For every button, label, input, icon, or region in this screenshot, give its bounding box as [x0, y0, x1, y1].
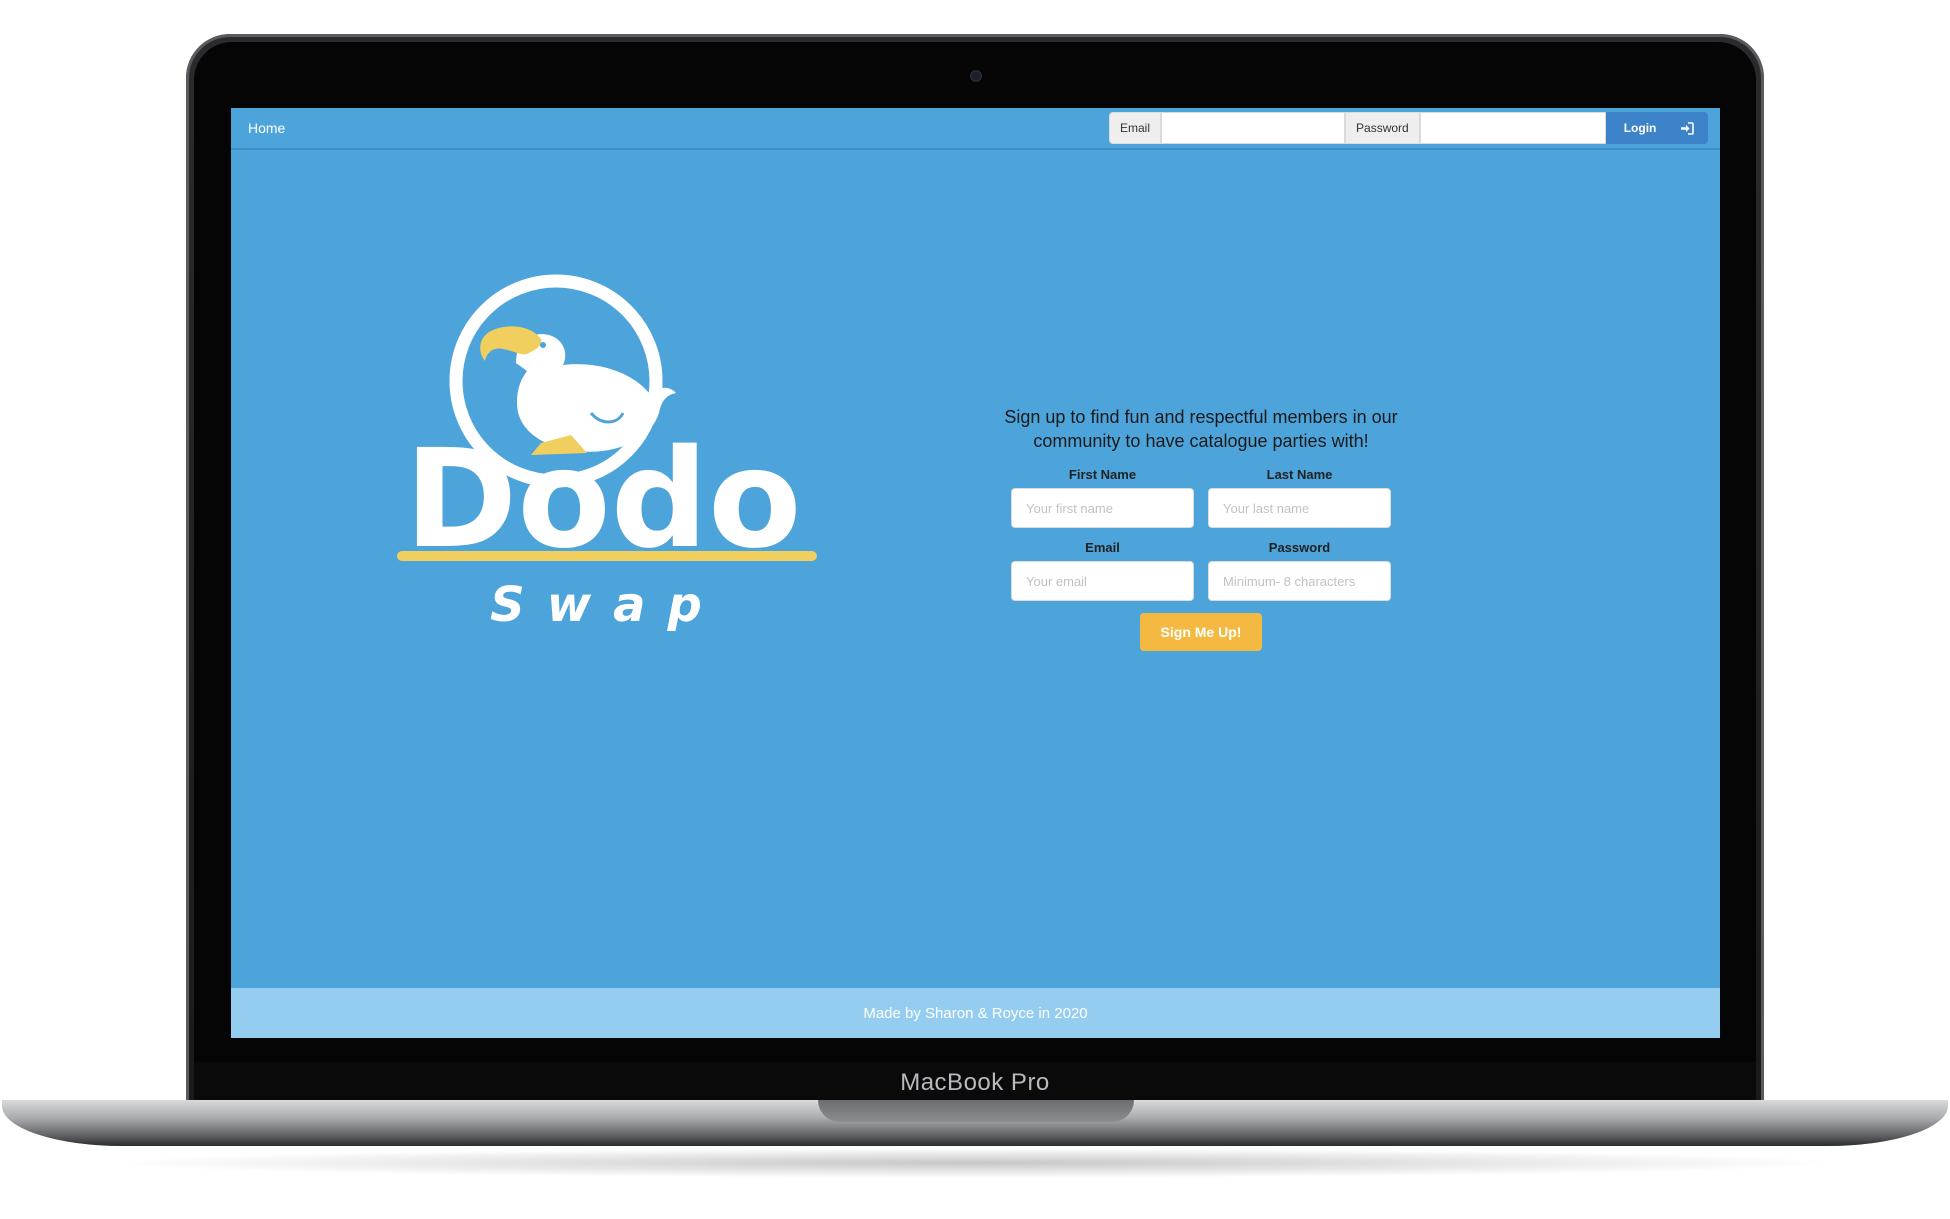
logo-underline — [397, 551, 817, 561]
name-row: First Name Last Name — [971, 467, 1431, 528]
camera-icon — [970, 70, 982, 82]
footer-text: Made by Sharon & Royce in 2020 — [863, 1004, 1088, 1022]
password-field: Password — [1208, 540, 1391, 601]
email-field: Email — [1011, 540, 1194, 601]
base-notch — [818, 1100, 1134, 1122]
logo-subtitle: Swap — [490, 577, 724, 633]
tagline-line-2: community to have catalogue parties with… — [1033, 431, 1369, 451]
login-form: Email Password Login — [1109, 112, 1709, 144]
nav-home-link[interactable]: Home — [248, 120, 285, 136]
email-input[interactable] — [1011, 561, 1194, 601]
credentials-row: Email Password — [971, 540, 1431, 601]
tagline-line-1: Sign up to find fun and respectful membe… — [1004, 407, 1398, 427]
sign-me-up-button[interactable]: Sign Me Up! — [1140, 613, 1262, 651]
last-name-input[interactable] — [1208, 488, 1391, 528]
first-name-input[interactable] — [1011, 488, 1194, 528]
last-name-label: Last Name — [1266, 467, 1333, 482]
password-input[interactable] — [1208, 561, 1391, 601]
email-addon: Email — [1109, 112, 1162, 144]
nav-password-input[interactable] — [1419, 112, 1606, 144]
login-button[interactable]: Login — [1605, 112, 1709, 144]
navbar: Home Email Password Login — [231, 108, 1720, 150]
footer: Made by Sharon & Royce in 2020 — [231, 988, 1720, 1038]
signup-form: Sign up to find fun and respectful membe… — [971, 405, 1431, 651]
model-strip: MacBook Pro — [194, 1062, 1756, 1104]
model-label: MacBook Pro — [900, 1069, 1050, 1096]
first-name-field: First Name — [1011, 467, 1194, 528]
nav-email-input[interactable] — [1161, 112, 1346, 144]
signup-tagline: Sign up to find fun and respectful membe… — [971, 405, 1431, 453]
email-label: Email — [1085, 540, 1120, 555]
browser-screen: Home Email Password Login Dodo Swap Sign… — [231, 108, 1720, 1038]
submit-wrap: Sign Me Up! — [971, 613, 1431, 651]
last-name-field: Last Name — [1208, 467, 1391, 528]
login-label: Login — [1623, 121, 1657, 135]
base-shadow — [100, 1148, 1850, 1178]
sign-in-icon — [1680, 121, 1695, 135]
password-addon: Password — [1345, 112, 1420, 144]
dodo-swap-logo: Dodo Swap — [391, 253, 821, 723]
first-name-label: First Name — [1068, 467, 1137, 482]
password-label: Password — [1268, 540, 1331, 555]
